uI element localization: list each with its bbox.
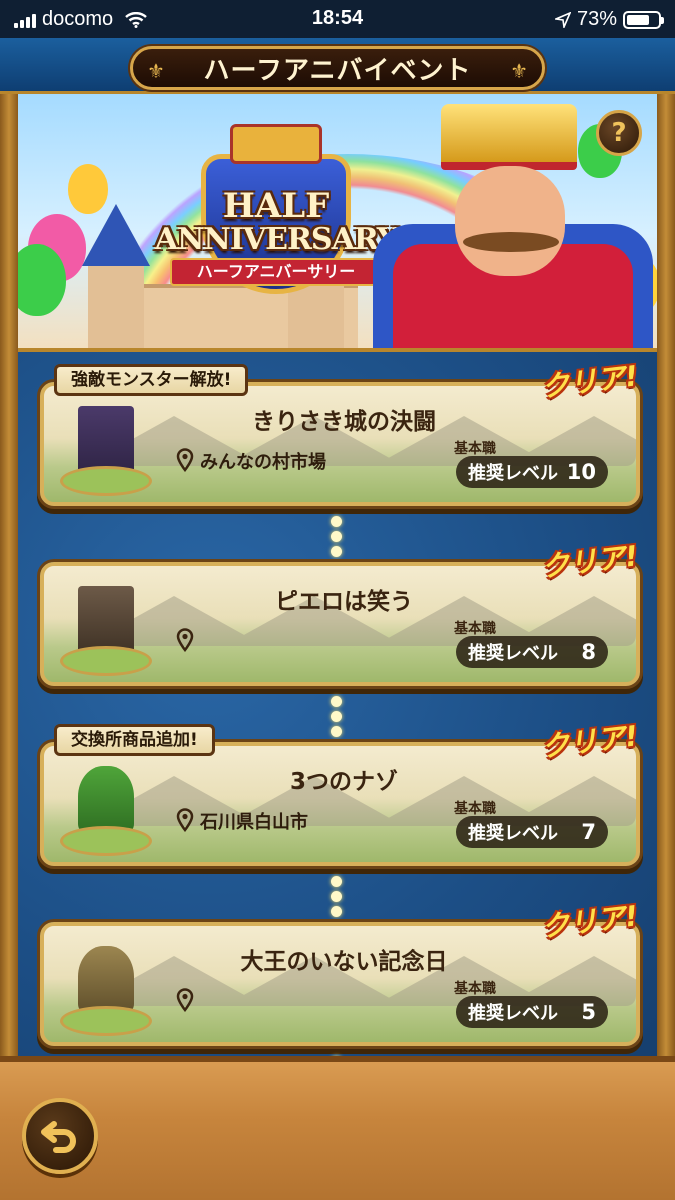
quest-location: みんなの村市場 (200, 452, 326, 473)
fleur-right-icon: ⚜ (510, 59, 528, 83)
level-label: 推奨レベル (468, 463, 558, 484)
clear-badge: クリア! (539, 359, 640, 404)
recommended-level: 推奨レベル 5 (456, 996, 608, 1028)
quest-location: 石川県白山市 (200, 812, 308, 833)
clear-badge: クリア! (539, 719, 640, 764)
path-connector (329, 516, 343, 557)
level-value: 7 (581, 820, 596, 844)
clear-badge: クリア! (539, 899, 640, 944)
location-arrow-icon (554, 11, 571, 28)
quest-tag: 交換所商品追加! (54, 724, 215, 756)
quest-thumbnail-forest (56, 760, 156, 860)
map-pin-icon (176, 808, 194, 832)
quest-name: ピエロは笑う (275, 589, 413, 615)
level-label: 推奨レベル (468, 823, 558, 844)
back-button[interactable] (22, 1098, 98, 1174)
frame-right (657, 94, 675, 1056)
job-class-label: 基本職 (454, 981, 496, 997)
emblem-subtitle: ハーフアニバーサリー (170, 258, 382, 286)
title-plate: ⚜ ハーフアニバイベント ⚜ (130, 46, 545, 90)
quest-card[interactable]: クリア! 大王のいない記念日 基本職推奨レベル 5 (40, 899, 640, 1046)
quest-list: 強敵モンスター解放! クリア! きりさき城の決闘 みんなの村市場 基本職 推奨レベル 10 ク… (18, 352, 657, 1067)
quest-card[interactable]: クリア! ピエロは笑う基本職推奨レベル 8 (40, 539, 640, 686)
question-icon: ? (611, 118, 627, 148)
battery-level (627, 14, 649, 25)
level-value: 8 (581, 640, 596, 664)
recommended-level: 推奨レベル 10 (456, 456, 608, 488)
job-class-label: 基本職 (454, 621, 496, 637)
event-banner: HALF ANNIVERSARY ハーフアニバーサリー ? (18, 94, 657, 352)
fleur-left-icon: ⚜ (147, 59, 165, 83)
bottom-bar (0, 1056, 675, 1200)
quest-name: きりさき城の決闘 (252, 409, 436, 435)
crown-icon (230, 124, 322, 164)
quest-thumbnail-castle (56, 400, 156, 500)
clear-badge: クリア! (539, 539, 640, 584)
path-connector (329, 696, 343, 737)
map-pin-icon (176, 988, 194, 1012)
recommended-level: 推奨レベル 8 (456, 636, 608, 668)
path-connector (329, 876, 343, 917)
status-bar: docomo 18:54 73% (0, 0, 675, 38)
quest-card[interactable]: 交換所商品追加! クリア! 3つのナゾ石川県白山市 基本職推奨レベル 7 (40, 719, 640, 866)
quest-card[interactable]: 強敵モンスター解放! クリア! きりさき城の決闘みんなの村市場 基本職推奨レベル 10 (40, 359, 640, 506)
help-button[interactable]: ? (596, 110, 642, 156)
level-label: 推奨レベル (468, 1003, 558, 1024)
level-value: 10 (566, 460, 596, 484)
quest-thumbnail-tower (56, 580, 156, 680)
job-class-label: 基本職 (454, 441, 496, 457)
level-value: 5 (581, 1000, 596, 1024)
return-arrow-icon (41, 1121, 76, 1153)
battery-icon (623, 10, 664, 29)
level-label: 推奨レベル (468, 643, 558, 664)
quest-name: 3つのナゾ (289, 769, 398, 795)
frame-left (0, 94, 18, 1056)
page-title: ハーフアニバイベント (203, 55, 472, 86)
header-bar: ⚜ ハーフアニバイベント ⚜ (0, 38, 675, 94)
quest-name: 大王のいない記念日 (240, 949, 448, 975)
map-pin-icon (176, 628, 194, 652)
map-pin-icon (176, 448, 194, 472)
job-class-label: 基本職 (454, 801, 496, 817)
battery-percent: 73% (576, 8, 617, 30)
quest-thumbnail-cave (56, 940, 156, 1040)
quest-tag: 強敵モンスター解放! (54, 364, 249, 396)
recommended-level: 推奨レベル 7 (456, 816, 608, 848)
